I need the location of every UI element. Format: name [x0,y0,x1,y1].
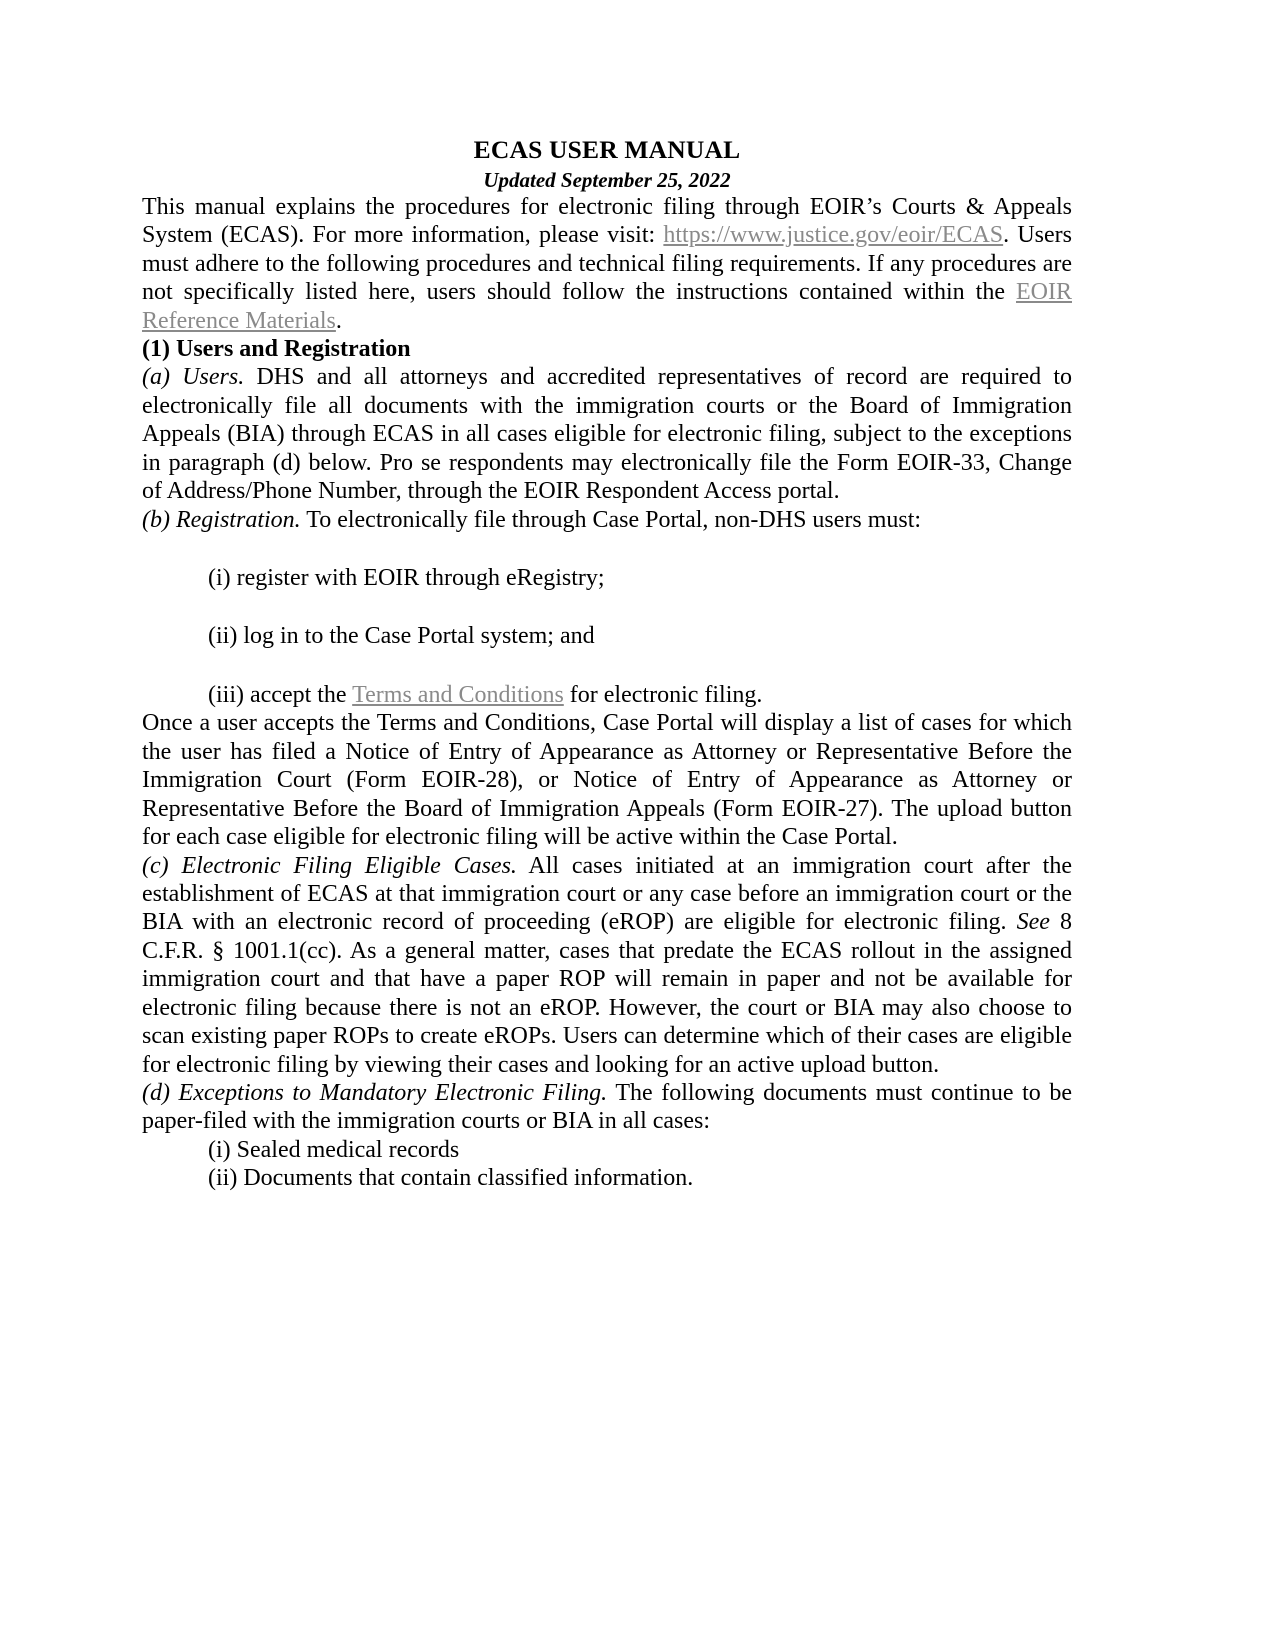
registration-steps-list: (i) register with EOIR through eRegistry… [142,564,1072,709]
list-item-suffix: for electronic filing. [563,681,763,708]
citation-see: See [1016,909,1050,936]
paragraph-b-registration: (b) Registration. To electronically file… [142,506,1072,534]
document-content: ECAS USER MANUAL Updated September 25, 2… [142,0,1072,1193]
list-item: (iii) accept the Terms and Conditions fo… [208,681,1072,709]
paragraph-b-label: (b) Registration. [142,506,301,533]
paragraph-c-label: (c) Electronic Filing Eligible Cases. [142,852,517,879]
list-item-prefix: (iii) accept the [208,681,353,708]
page-subtitle: Updated September 25, 2022 [483,167,731,192]
paragraph-c-eligible-cases: (c) Electronic Filing Eligible Cases. Al… [142,852,1072,1080]
intro-text-part3: . [335,307,342,334]
paragraph-after-registration-steps: Once a user accepts the Terms and Condit… [142,710,1072,851]
intro-paragraph: This manual explains the procedures for … [142,193,1072,335]
terms-and-conditions-link[interactable]: Terms and Conditions [352,682,564,708]
list-item: (i) Sealed medical records [208,1136,1072,1164]
list-item: (ii) Documents that contain classified i… [208,1164,1072,1192]
list-item: (i) register with EOIR through eRegistry… [208,564,1072,592]
list-item-label: (i) Sealed medical records [208,1136,460,1163]
document-page: ECAS USER MANUAL Updated September 25, 2… [0,0,1275,1650]
title-block: ECAS USER MANUAL Updated September 25, 2… [142,135,1072,193]
ecas-website-link[interactable]: https://www.justice.gov/eoir/ECAS [663,222,1003,248]
exceptions-list: (i) Sealed medical records (ii) Document… [142,1136,1072,1193]
paragraph-a-text: DHS and all attorneys and accredited rep… [142,364,1073,505]
paragraph-d-label: (d) Exceptions to Mandatory Electronic F… [142,1080,608,1107]
list-item-label: (ii) Documents that contain classified i… [208,1165,694,1192]
page-title: ECAS USER MANUAL [473,135,741,164]
paragraph-a-label: (a) Users. [142,364,245,391]
section-heading-users-and-registration: (1) Users and Registration [142,335,411,362]
list-item-label: (ii) log in to the Case Portal system; a… [208,623,595,650]
paragraph-a-users: (a) Users. DHS and all attorneys and acc… [142,363,1072,505]
list-item: (ii) log in to the Case Portal system; a… [208,622,1072,650]
paragraph-b-text: To electronically file through Case Port… [300,506,922,533]
paragraph-d-exceptions: (d) Exceptions to Mandatory Electronic F… [142,1079,1072,1136]
list-item-label: (i) register with EOIR through eRegistry… [208,565,605,592]
